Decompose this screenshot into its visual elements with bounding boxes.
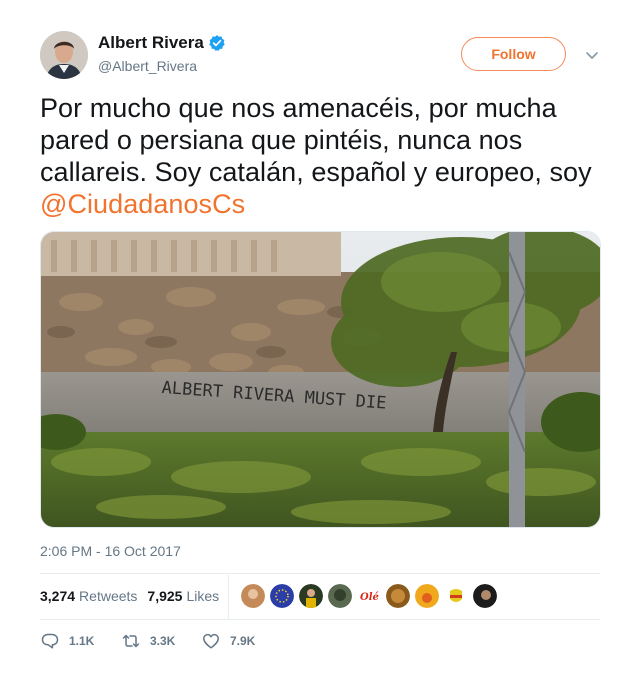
liker-avatar[interactable] <box>270 584 294 608</box>
liker-avatar[interactable] <box>386 584 410 608</box>
chevron-down-icon[interactable] <box>583 46 601 64</box>
liker-avatar[interactable]: Olé <box>357 584 381 608</box>
liker-avatars: Olé <box>241 584 502 608</box>
like-button[interactable]: 7.9K <box>201 631 255 651</box>
liker-avatar[interactable] <box>473 584 497 608</box>
tweet-header: Albert Rivera @Albert_Rivera Follow <box>40 31 600 79</box>
user-handle[interactable]: @Albert_Rivera <box>98 58 226 74</box>
user-names: Albert Rivera @Albert_Rivera <box>98 33 226 74</box>
tweet-photo[interactable]: ALBERT RIVERA MUST DIE <box>40 231 601 528</box>
liker-avatar[interactable] <box>241 584 265 608</box>
retweets-label[interactable]: Retweets <box>79 588 137 604</box>
retweet-button[interactable]: 3.3K <box>121 631 201 651</box>
tweet-timestamp[interactable]: 2:06 PM - 16 Oct 2017 <box>40 543 181 559</box>
reply-icon <box>41 633 59 649</box>
divider <box>40 619 600 620</box>
tweet-actions: 1.1K 3.3K 7.9K <box>40 631 255 651</box>
tweet-stats: 3,274 Retweets 7,925 Likes <box>40 588 219 604</box>
liker-avatar[interactable] <box>328 584 352 608</box>
display-name[interactable]: Albert Rivera <box>98 33 204 53</box>
svg-text:Olé: Olé <box>360 592 379 603</box>
liker-avatar[interactable] <box>444 584 468 608</box>
retweet-icon <box>122 634 140 648</box>
divider <box>40 573 600 574</box>
likes-count[interactable]: 7,925 <box>147 588 182 604</box>
retweets-count[interactable]: 3,274 <box>40 588 75 604</box>
reply-button[interactable]: 1.1K <box>40 631 121 651</box>
liker-avatar[interactable] <box>299 584 323 608</box>
heart-icon <box>203 633 219 649</box>
mention-link[interactable]: @CiudadanosCs <box>40 189 245 219</box>
likes-label[interactable]: Likes <box>186 588 219 604</box>
reply-count: 1.1K <box>69 634 95 648</box>
stats-separator <box>228 575 229 619</box>
verified-badge-icon <box>209 35 225 51</box>
like-count: 7.9K <box>230 634 256 648</box>
tweet-text: Por mucho que nos amenacéis, por mucha p… <box>40 92 600 220</box>
tweet-body: Por mucho que nos amenacéis, por mucha p… <box>40 93 592 187</box>
follow-button[interactable]: Follow <box>461 37 566 71</box>
liker-avatar[interactable] <box>415 584 439 608</box>
retweet-count: 3.3K <box>150 634 176 648</box>
avatar[interactable] <box>40 31 88 79</box>
